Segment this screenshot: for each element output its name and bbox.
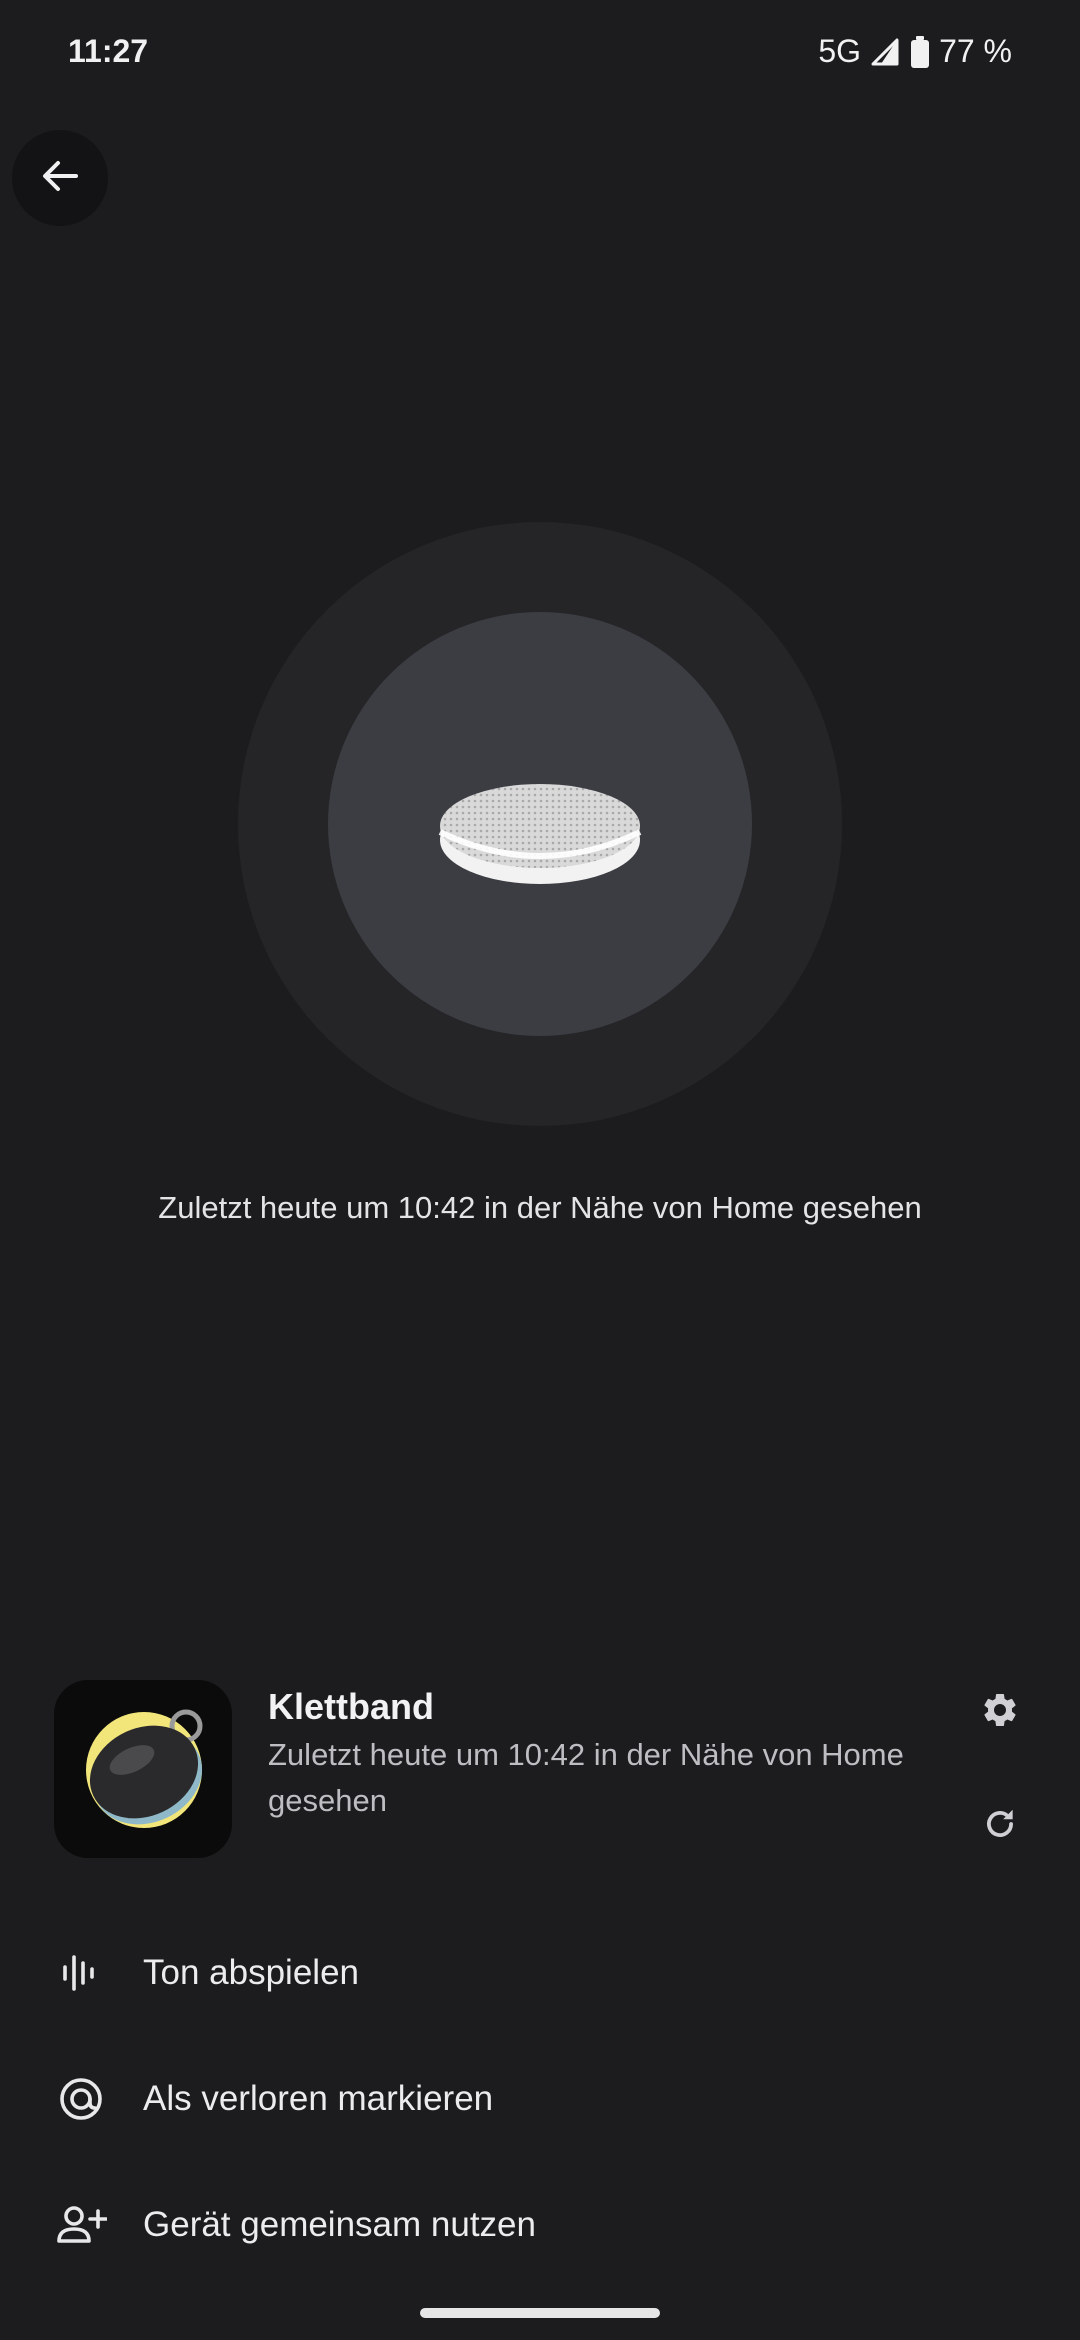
device-name: Klettband [268,1686,434,1727]
signal-icon [871,38,899,66]
find-device-screen: 11:27 5G 77 % Zuletzt heute um 10:42 in … [0,0,1080,2340]
mark-lost-button[interactable]: Als verloren markieren [0,2044,1080,2154]
refresh-icon [981,1805,1019,1848]
battery-level: 77 % [939,33,1012,69]
play-sound-label: Ton abspielen [143,1953,359,1992]
home-indicator[interactable] [420,2308,660,2318]
device-thumbnail [54,1680,232,1858]
status-indicators: 5G 77 % [818,33,1012,70]
share-device-button[interactable]: Gerät gemeinsam nutzen [0,2170,1080,2280]
arrow-back-icon [38,154,82,203]
status-bar: 11:27 5G 77 % [0,0,1080,110]
device-illustration [436,780,644,890]
share-device-label: Gerät gemeinsam nutzen [143,2205,536,2244]
status-time: 11:27 [68,33,149,69]
back-button[interactable] [12,130,108,226]
lost-target-icon [54,2072,108,2126]
network-type: 5G [818,33,862,69]
settings-button[interactable] [968,1680,1032,1744]
sound-wave-icon [54,1946,108,2000]
play-sound-button[interactable]: Ton abspielen [0,1918,1080,2028]
person-add-icon [54,2198,108,2252]
mark-lost-label: Als verloren markieren [143,2079,494,2118]
battery-icon [911,35,930,68]
refresh-button[interactable] [968,1794,1032,1858]
gear-icon [980,1690,1020,1735]
device-status: Zuletzt heute um 10:42 in der Nähe von H… [268,1737,904,1818]
last-seen-text: Zuletzt heute um 10:42 in der Nähe von H… [158,1190,922,1225]
